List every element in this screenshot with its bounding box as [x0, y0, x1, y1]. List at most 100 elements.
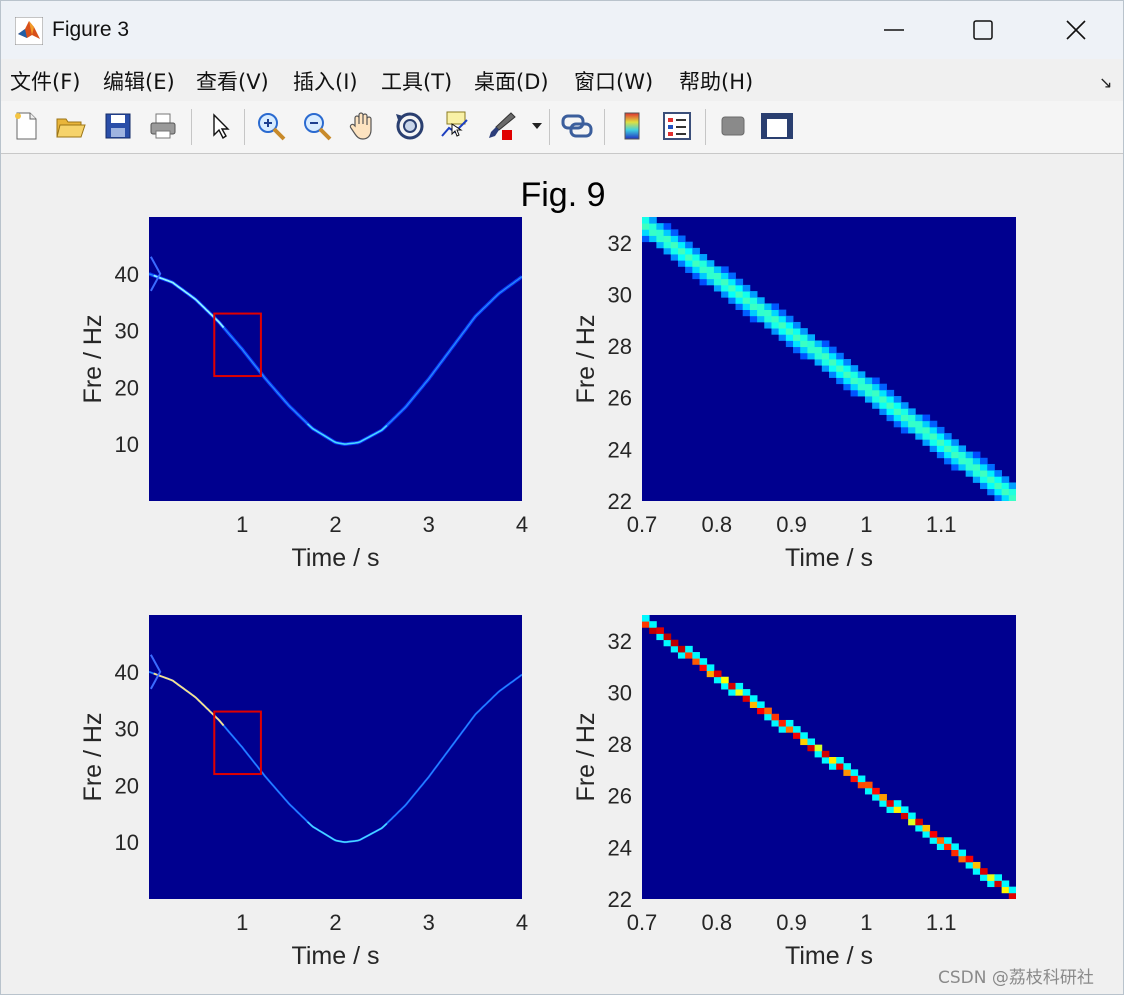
heatmap-cell: [742, 303, 751, 310]
data-cursor-icon[interactable]: [438, 109, 472, 143]
y-tick-label: 30: [115, 319, 139, 344]
heatmap-cell: [1001, 880, 1010, 888]
heatmap-cell: [987, 482, 995, 490]
heatmap-cell: [771, 315, 780, 323]
heatmap-cell: [785, 328, 794, 335]
legend-icon[interactable]: [660, 109, 694, 143]
heatmap-cell: [900, 408, 909, 415]
heatmap-cell: [915, 433, 923, 440]
heatmap-cell: [692, 254, 700, 261]
rotate-3d-icon[interactable]: [393, 109, 427, 143]
heatmap-cell: [1001, 494, 1010, 501]
hide-plot-tools-icon[interactable]: [716, 109, 750, 143]
colorbar-icon[interactable]: [615, 109, 649, 143]
heatmap-cell: [778, 328, 787, 335]
brush-icon[interactable]: [485, 109, 519, 143]
heatmap-cell: [893, 414, 902, 422]
open-file-icon[interactable]: [54, 109, 88, 143]
print-icon[interactable]: [146, 109, 180, 143]
link-plot-icon[interactable]: [560, 109, 594, 143]
heatmap-cell: [800, 346, 808, 354]
dock-figure-icon[interactable]: ↘: [1099, 73, 1112, 92]
heatmap-cell: [843, 383, 851, 391]
heatmap-cell: [857, 775, 866, 783]
heatmap-cell: [764, 309, 772, 317]
heatmap-cell: [886, 800, 895, 807]
heatmap-cell: [800, 340, 808, 348]
heatmap-cell: [742, 297, 751, 304]
heatmap-cell: [864, 781, 873, 789]
menu-insert[interactable]: 插入(I): [293, 66, 358, 96]
heatmap-cell: [800, 334, 808, 341]
menu-window[interactable]: 窗口(W): [574, 66, 653, 96]
y-tick-label: 28: [608, 732, 632, 757]
heatmap-cell: [692, 247, 700, 255]
heatmap-cell: [836, 377, 844, 385]
save-icon[interactable]: [101, 109, 135, 143]
heatmap-cell: [936, 451, 945, 459]
heatmap-cell: [864, 383, 873, 391]
heatmap-cell: [951, 849, 959, 857]
heatmap-cell: [685, 266, 693, 273]
heatmap-cell: [742, 291, 751, 298]
zoom-in-icon[interactable]: [254, 109, 288, 143]
heatmap-cell: [663, 223, 672, 230]
heatmap-cell: [821, 346, 830, 354]
heatmap-cell: [713, 676, 722, 684]
select-arrow-icon[interactable]: [203, 109, 237, 143]
heatmap-cell: [735, 689, 744, 696]
heatmap-cell: [699, 272, 708, 280]
menu-view[interactable]: 查看(V): [196, 66, 269, 96]
heatmap-cell: [1001, 886, 1010, 894]
menu-help[interactable]: 帮助(H): [679, 66, 753, 96]
heatmap-cell: [685, 254, 693, 261]
heatmap-background: [149, 217, 522, 501]
menu-desktop[interactable]: 桌面(D): [474, 66, 549, 96]
heatmap-cell: [764, 713, 772, 721]
minimize-button[interactable]: [847, 1, 941, 59]
brush-dropdown-icon[interactable]: [529, 109, 545, 143]
zoom-out-icon[interactable]: [300, 109, 334, 143]
heatmap-cell: [713, 670, 722, 678]
heatmap-cell: [778, 315, 787, 323]
heatmap-cell: [721, 291, 729, 298]
heatmap-cell: [829, 757, 837, 764]
heatmap-cell: [807, 744, 816, 752]
heatmap-cell: [649, 621, 657, 628]
menu-edit[interactable]: 编辑(E): [103, 66, 175, 96]
heatmap-cell: [972, 861, 981, 869]
menu-tools[interactable]: 工具(T): [381, 66, 452, 96]
heatmap-cell: [908, 812, 916, 820]
new-figure-icon[interactable]: [9, 109, 43, 143]
heatmap-cell: [965, 470, 974, 477]
heatmap-cell: [944, 433, 952, 440]
heatmap-cell: [922, 439, 931, 446]
heatmap-cell: [850, 769, 859, 776]
heatmap-cell: [836, 763, 844, 770]
y-tick-label: 32: [608, 629, 632, 654]
heatmap-cell: [735, 291, 744, 298]
pan-hand-icon[interactable]: [346, 109, 380, 143]
heatmap-cell: [778, 719, 787, 727]
heatmap-cell: [972, 451, 981, 459]
x-tick-label: 0.9: [776, 512, 807, 537]
axes-top-right: 0.7 0.8 0.9 1 1.1 22 24 26 28 30 32 Time / s Fre / H…: [572, 217, 1016, 572]
maximize-button[interactable]: [936, 1, 1030, 59]
heatmap-cell: [972, 476, 981, 483]
show-plot-tools-icon[interactable]: [760, 109, 794, 143]
axes-bottom-right: 0.7 0.8 0.9 1 1.1 22 24 26 28 30 32 Time / s Fre / H…: [572, 615, 1016, 970]
heatmap-cell: [785, 315, 794, 323]
heatmap-cell: [670, 235, 679, 243]
heatmap-cell: [915, 414, 923, 422]
heatmap-cell: [843, 365, 851, 372]
heatmap-cell: [843, 371, 851, 378]
heatmap-cell: [965, 451, 974, 459]
heatmap-cell: [980, 874, 988, 881]
x-tick-label: 1: [860, 512, 872, 537]
heatmap-cell: [843, 377, 851, 385]
y-tick-label: 26: [608, 784, 632, 809]
heatmap-cell: [642, 217, 650, 224]
menu-file[interactable]: 文件(F): [10, 66, 80, 96]
close-button[interactable]: [1029, 1, 1123, 59]
y-tick-label: 20: [115, 773, 139, 798]
